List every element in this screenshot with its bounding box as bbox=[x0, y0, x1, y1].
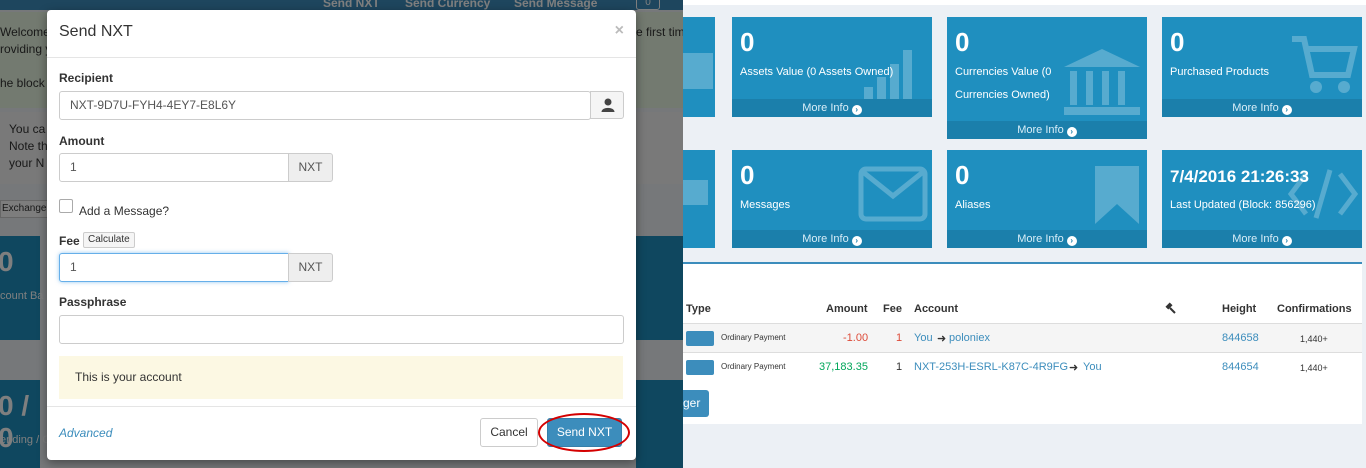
card-value: 0 bbox=[955, 160, 970, 190]
send-nxt-button[interactable]: Send NXT bbox=[547, 418, 622, 447]
card-label: Aliases bbox=[955, 199, 991, 211]
more-info-link[interactable]: More Info › bbox=[947, 230, 1147, 248]
purchased-products-card: 0 Purchased Products More Info › bbox=[1162, 17, 1362, 117]
card-label: Purchased Products bbox=[1170, 66, 1270, 78]
arrow-circle-icon: › bbox=[1281, 236, 1292, 246]
amount-label: Amount bbox=[59, 134, 105, 148]
col-header-amount[interactable]: Amount bbox=[826, 303, 868, 315]
tx-type: Ordinary Payment bbox=[721, 333, 786, 342]
col-header-confirmations[interactable]: Confirmations bbox=[1277, 303, 1352, 315]
arrow-circle-icon: › bbox=[1066, 127, 1077, 137]
aliases-card: 0 Aliases More Info › bbox=[947, 150, 1147, 248]
arrow-circle-icon: › bbox=[851, 105, 862, 115]
arrow-circle-icon: › bbox=[851, 236, 862, 246]
cart-icon bbox=[683, 180, 708, 205]
add-message-checkbox[interactable] bbox=[59, 199, 73, 213]
card-value: 0 bbox=[1170, 27, 1185, 57]
tx-fee: 1 bbox=[896, 361, 903, 373]
col-header-height[interactable]: Height bbox=[1222, 303, 1256, 315]
col-header-account[interactable]: Account bbox=[914, 303, 958, 315]
currencies-value-card: 0 Currencies Value (0 Currencies Owned) … bbox=[947, 17, 1147, 139]
col-header-fee[interactable]: Fee bbox=[883, 303, 902, 315]
messages-card: 0 Messages More Info › bbox=[732, 150, 932, 248]
fee-input[interactable]: 1 bbox=[59, 253, 289, 282]
arrow-circle-right-icon: ➜ bbox=[937, 333, 947, 345]
tx-type: Ordinary Payment bbox=[721, 362, 786, 371]
tx-amount: 37,183.35 bbox=[819, 361, 868, 373]
more-info-label: More Info bbox=[1017, 233, 1064, 245]
gavel-icon bbox=[1165, 302, 1176, 314]
more-info-label: More Info bbox=[802, 233, 849, 245]
tx-height[interactable]: 844654 bbox=[1222, 361, 1259, 373]
recent-transactions-panel: Type Amount Fee Account Height Confirmat… bbox=[683, 262, 1362, 424]
card-label: Currencies Value (0 Currencies Owned) bbox=[955, 66, 1052, 101]
more-info-link[interactable]: More Info › bbox=[1162, 230, 1362, 248]
more-info-label: More Info bbox=[1017, 124, 1064, 136]
add-message-label[interactable]: Add a Message? bbox=[79, 204, 169, 218]
amount-unit: NXT bbox=[288, 153, 333, 182]
card-value: 0 bbox=[740, 27, 755, 57]
payment-icon bbox=[686, 331, 714, 346]
arrow-circle-icon: › bbox=[1281, 105, 1292, 115]
divider bbox=[47, 406, 636, 407]
modal-title: Send NXT bbox=[59, 23, 133, 40]
recipient-input[interactable]: NXT-9D7U-FYH4-4EY7-E8L6Y bbox=[59, 91, 591, 120]
tx-account-from[interactable]: NXT-253H-ESRL-K87C-4R9FG bbox=[914, 361, 1068, 373]
divider bbox=[47, 57, 636, 58]
send-nxt-modal: Send NXT × Recipient NXT-9D7U-FYH4-4EY7-… bbox=[47, 10, 636, 460]
passphrase-input[interactable] bbox=[59, 315, 624, 344]
card-label: Messages bbox=[740, 199, 791, 211]
user-icon bbox=[601, 98, 615, 112]
arrow-circle-icon: › bbox=[1066, 236, 1077, 246]
tx-amount: -1.00 bbox=[843, 332, 869, 344]
more-info-link[interactable]: More Info › bbox=[732, 230, 932, 248]
more-info-link[interactable]: More Info › bbox=[1162, 99, 1362, 117]
col-header-type[interactable]: Type bbox=[686, 303, 711, 315]
calculate-button[interactable]: Calculate bbox=[83, 232, 135, 248]
more-info-label: More Info bbox=[802, 102, 849, 114]
contacts-button[interactable] bbox=[590, 91, 624, 119]
more-info-link[interactable]: More Info › bbox=[947, 121, 1147, 139]
amount-input[interactable]: 1 bbox=[59, 153, 289, 182]
top-strip bbox=[683, 0, 1366, 5]
tx-confirmations: 1,440+ bbox=[1300, 334, 1328, 344]
payment-icon bbox=[686, 360, 714, 375]
more-info-label: More Info bbox=[1232, 102, 1279, 114]
more-info-label: More Info bbox=[1232, 233, 1279, 245]
partial-card bbox=[683, 17, 715, 117]
advanced-link[interactable]: Advanced bbox=[59, 426, 112, 440]
partial-card bbox=[683, 150, 715, 248]
briefcase-icon bbox=[683, 53, 713, 89]
tx-account-to[interactable]: poloniex bbox=[949, 332, 990, 344]
card-value: 7/4/2016 21:26:33 bbox=[1170, 167, 1309, 186]
tx-height[interactable]: 844658 bbox=[1222, 332, 1259, 344]
card-value: 0 bbox=[740, 160, 755, 190]
fee-unit: NXT bbox=[288, 253, 333, 282]
last-updated-card: 7/4/2016 21:26:33 Last Updated (Block: 8… bbox=[1162, 150, 1362, 248]
arrow-circle-right-icon: ➜ bbox=[1069, 362, 1079, 374]
tx-confirmations: 1,440+ bbox=[1300, 363, 1328, 373]
card-label: Last Updated (Block: 856296) bbox=[1170, 199, 1316, 211]
tx-account-to[interactable]: You bbox=[1083, 361, 1102, 373]
fee-label: Fee bbox=[59, 234, 80, 248]
card-value: 0 bbox=[955, 27, 970, 57]
card-label: Assets Value (0 Assets Owned) bbox=[740, 66, 894, 78]
more-info-link[interactable]: More Info › bbox=[732, 99, 932, 117]
tx-fee: 1 bbox=[896, 332, 903, 344]
table-row[interactable]: Ordinary Payment 37,183.35 1 NXT-253H-ES… bbox=[683, 352, 1362, 381]
account-info-alert: This is your account bbox=[59, 356, 623, 399]
recipient-label: Recipient bbox=[59, 71, 114, 85]
table-row[interactable]: Ordinary Payment -1.00 1 You ➜ poloniex … bbox=[683, 323, 1362, 352]
account-ledger-button[interactable]: ger bbox=[683, 390, 709, 417]
assets-value-card: 0 Assets Value (0 Assets Owned) More Inf… bbox=[732, 17, 932, 117]
passphrase-label: Passphrase bbox=[59, 295, 127, 309]
cancel-button[interactable]: Cancel bbox=[480, 418, 538, 447]
dashboard-panel: 0 Assets Value (0 Assets Owned) More Inf… bbox=[683, 0, 1366, 468]
tx-account-from[interactable]: You bbox=[914, 332, 933, 344]
close-icon[interactable]: × bbox=[615, 22, 624, 40]
